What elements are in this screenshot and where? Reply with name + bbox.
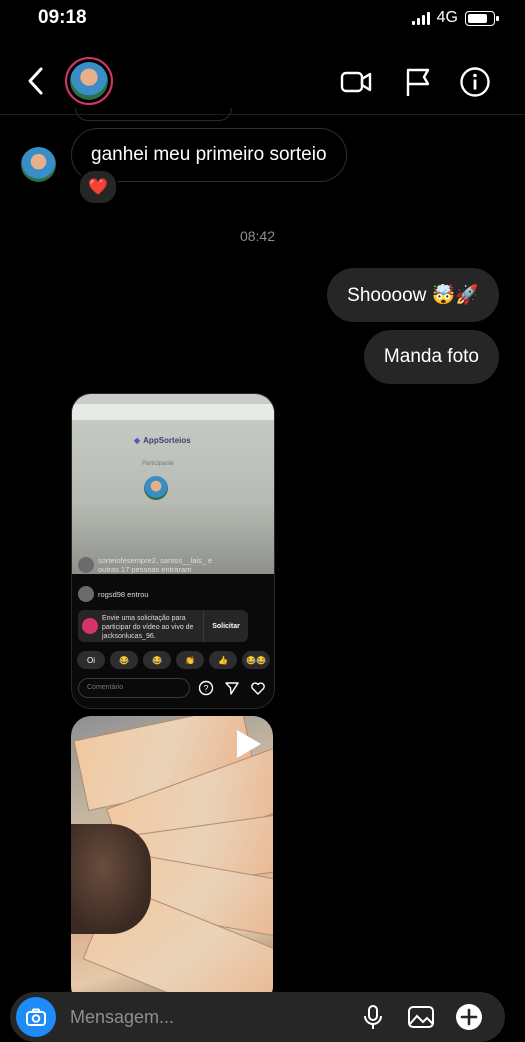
comment-placeholder: Comentário [87,684,124,691]
live-request-box: Envie uma solicitação para participar do… [78,610,248,642]
quick-reaction: Oi [77,651,105,669]
screenshot-laptop-screen: AppSorteios Participante [72,394,274,574]
quick-reaction: 😂😂 [242,651,270,669]
sender-avatar[interactable] [21,147,56,182]
request-button: Solicitar [203,610,248,642]
info-icon[interactable] [459,66,491,98]
add-icon[interactable] [454,1002,484,1032]
gallery-icon[interactable] [406,1002,436,1032]
site-logo: AppSorteios [134,436,191,445]
browser-tabs [72,404,274,420]
joined-text: sorteiofesempre2, santos__lais_ e outras… [98,556,213,574]
site-subtitle: Participante [142,461,174,467]
status-time: 09:18 [38,7,87,28]
message-input[interactable]: Mensagem... [70,1007,174,1028]
quick-reaction: 👏 [176,651,204,669]
battery-icon [465,10,499,26]
video-message[interactable] [71,716,273,1006]
send-icon [225,682,239,695]
outgoing-message[interactable]: Manda foto [363,330,499,384]
back-icon[interactable] [22,64,52,98]
heart-outline-icon [251,682,265,695]
microphone-icon[interactable] [358,1002,388,1032]
previous-message-edge [75,108,232,121]
entered-notice: rogsd98 entrou [78,586,148,602]
heart-reaction[interactable]: ❤️ [78,169,118,205]
user-avatar [78,557,94,573]
network-type: 4G [436,9,458,26]
live-request-icon [82,618,98,634]
chat-header [0,48,525,115]
quick-reaction: 👍 [209,651,237,669]
contact-avatar[interactable] [65,57,113,105]
message-composer: Mensagem... [10,992,505,1042]
quick-reactions: Oi 😂 😂 👏 👍 😂😂 [77,651,270,669]
outgoing-message-text: Manda foto [383,346,479,367]
quick-reaction: 😂 [143,651,171,669]
video-call-icon[interactable] [340,66,372,98]
play-icon[interactable] [237,730,261,758]
camera-icon [26,1008,46,1026]
quick-reaction: 😂 [110,651,138,669]
joined-notice: sorteiofesempre2, santos__lais_ e outras… [78,556,228,574]
question-icon: ? [198,680,214,696]
user-avatar [78,586,94,602]
comment-field: Comentário [78,678,190,698]
svg-text:?: ? [203,684,208,694]
outgoing-message-text: Shoooow 🤯🚀 [347,285,479,306]
status-bar: 09:18 4G [0,0,525,38]
outgoing-message[interactable]: Shoooow 🤯🚀 [327,268,499,322]
image-message[interactable]: AppSorteios Participante sorteiofesempre… [71,393,275,709]
message-timestamp: 08:42 [239,228,276,244]
heart-icon: ❤️ [88,179,108,196]
flag-icon[interactable] [402,66,434,98]
entered-text: rogsd98 entrou [98,589,149,599]
profile-picture [144,476,168,500]
hand-thumb [71,824,151,934]
incoming-message-text: ganhei meu primeiro sorteio [91,144,327,165]
camera-button[interactable] [16,997,56,1037]
signal-icon [411,11,430,25]
live-request-text: Envie uma solicitação para participar do… [102,615,194,640]
